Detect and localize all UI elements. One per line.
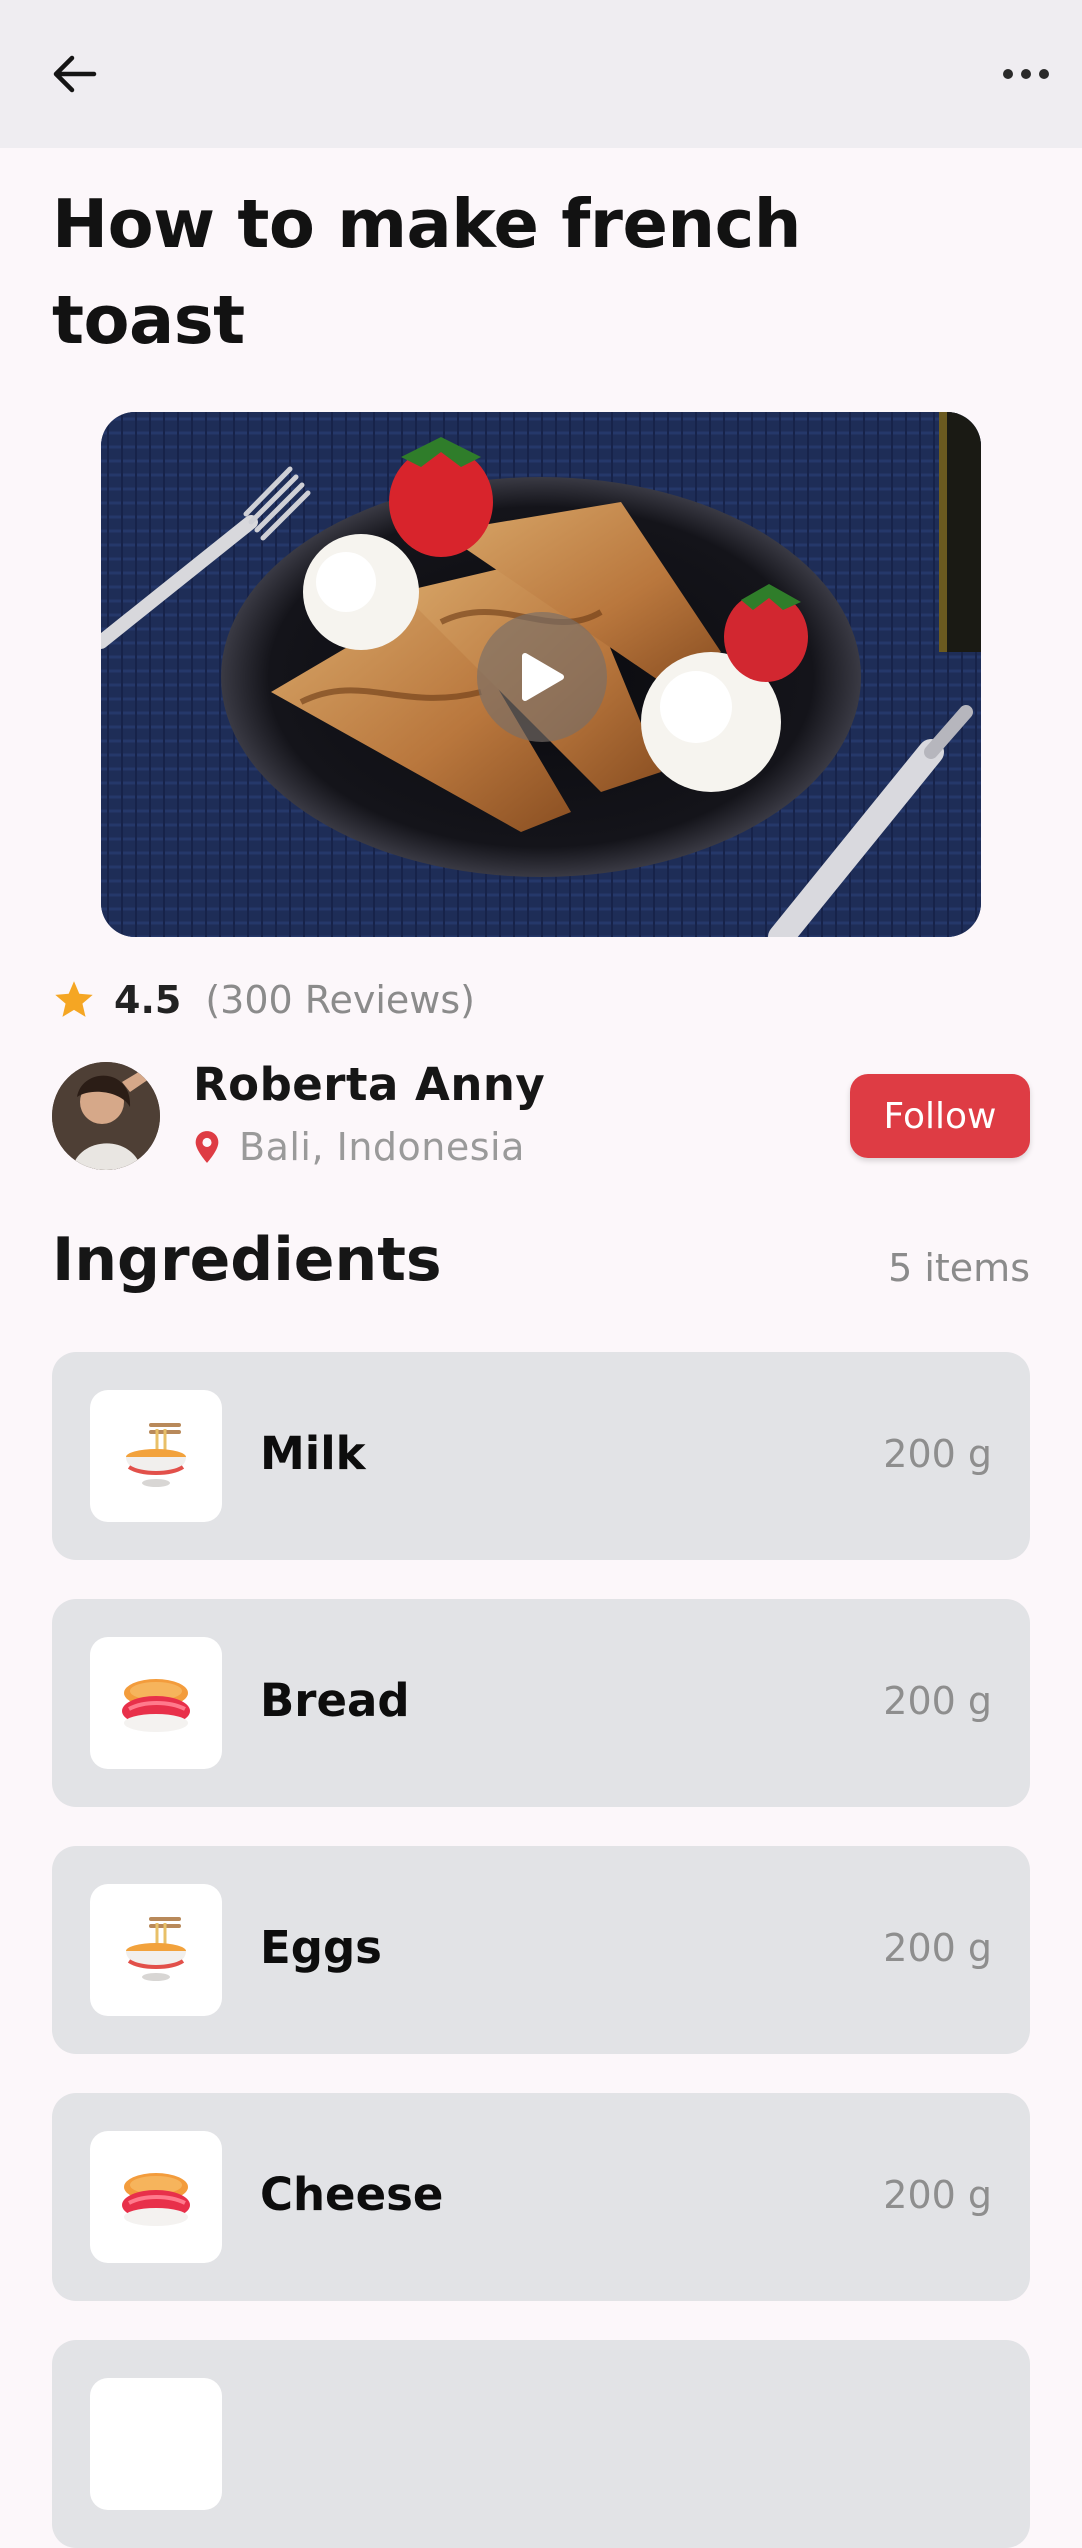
sushi-icon bbox=[122, 2173, 190, 2226]
ingredient-thumbnail bbox=[90, 2378, 222, 2510]
ingredient-item-cheese[interactable]: Cheese 200 g bbox=[52, 2093, 1030, 2301]
ingredient-quantity: 200 g bbox=[883, 1926, 992, 1970]
rating-value: 4.5 bbox=[114, 978, 182, 1022]
ingredient-name: Eggs bbox=[260, 1921, 382, 1974]
top-app-bar bbox=[0, 0, 1082, 148]
noodle-bowl-icon bbox=[126, 1423, 186, 1487]
noodle-bowl-icon bbox=[126, 1917, 186, 1981]
back-button[interactable] bbox=[40, 40, 108, 108]
ingredient-name: Milk bbox=[260, 1427, 366, 1480]
more-options-button[interactable] bbox=[990, 40, 1062, 108]
star-icon bbox=[55, 981, 93, 1017]
ingredient-quantity: 200 g bbox=[883, 2173, 992, 2217]
play-button[interactable] bbox=[477, 612, 607, 742]
ingredient-thumbnail bbox=[90, 2131, 222, 2263]
play-icon bbox=[522, 653, 564, 701]
follow-button[interactable]: Follow bbox=[850, 1074, 1030, 1158]
ingredients-title: Ingredients bbox=[52, 1225, 442, 1295]
rating-row: 4.5 (300 Reviews) bbox=[52, 970, 475, 1030]
arrow-left-icon bbox=[53, 55, 97, 93]
ingredient-name: Bread bbox=[260, 1674, 410, 1727]
author-avatar[interactable] bbox=[52, 1062, 160, 1170]
author-location-text: Bali, Indonesia bbox=[239, 1125, 525, 1169]
ingredient-thumbnail bbox=[90, 1884, 222, 2016]
author-location: Bali, Indonesia bbox=[193, 1122, 525, 1172]
ingredient-item-partial[interactable] bbox=[52, 2340, 1030, 2548]
sushi-icon bbox=[122, 1679, 190, 1732]
author-name[interactable]: Roberta Anny bbox=[193, 1058, 545, 1111]
ingredients-count: 5 items bbox=[888, 1246, 1030, 1290]
ingredient-name: Cheese bbox=[260, 2168, 444, 2221]
ingredient-thumbnail bbox=[90, 1637, 222, 1769]
ingredient-item-milk[interactable]: Milk 200 g bbox=[52, 1352, 1030, 1560]
ingredient-item-bread[interactable]: Bread 200 g bbox=[52, 1599, 1030, 1807]
ingredient-item-eggs[interactable]: Eggs 200 g bbox=[52, 1846, 1030, 2054]
more-horizontal-icon bbox=[1003, 69, 1049, 79]
ingredient-thumbnail bbox=[90, 1390, 222, 1522]
avatar-photo bbox=[52, 1062, 160, 1170]
ingredient-quantity: 200 g bbox=[883, 1679, 992, 1723]
ingredient-quantity: 200 g bbox=[883, 1432, 992, 1476]
location-pin-icon bbox=[195, 1131, 219, 1163]
recipe-title: How to make french toast bbox=[52, 185, 802, 359]
rating-reviews[interactable]: (300 Reviews) bbox=[205, 978, 475, 1022]
